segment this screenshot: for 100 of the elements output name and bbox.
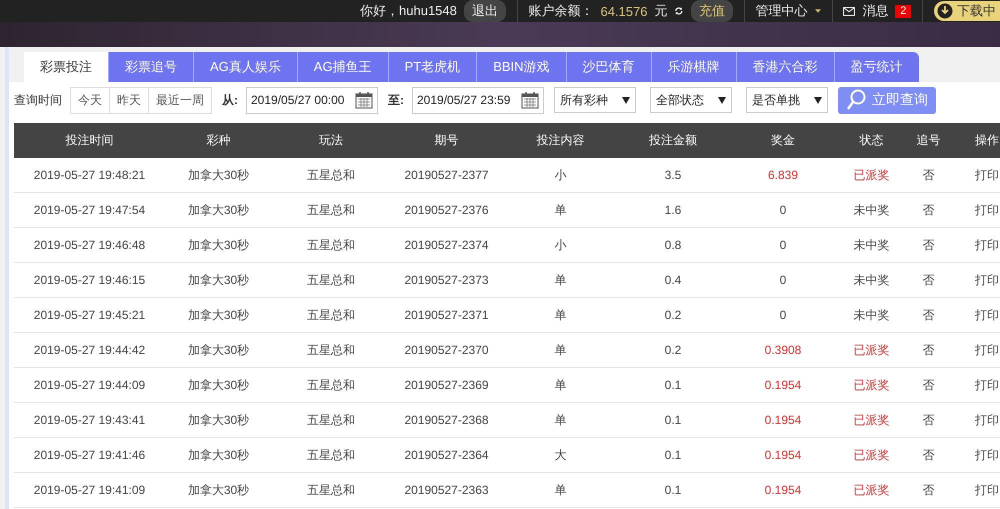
table-cell: 20190527-2363 xyxy=(390,472,503,508)
table-cell: 五星总和 xyxy=(272,402,390,438)
print-link[interactable]: 打印 xyxy=(952,192,1000,228)
table-cell: 已派奖 xyxy=(838,158,905,192)
table-cell: 小 xyxy=(503,228,618,262)
table-cell: 五星总和 xyxy=(272,298,390,332)
table-cell: 2019-05-27 19:41:46 xyxy=(14,438,165,472)
to-date-field[interactable]: 2019/05/27 23:59 xyxy=(412,86,544,114)
column-header: 投注金额 xyxy=(618,123,728,158)
table-cell: 20190527-2373 xyxy=(390,262,503,298)
table-cell: 加拿大30秒 xyxy=(165,298,272,332)
table-cell: 否 xyxy=(905,158,952,192)
table-cell: 已派奖 xyxy=(838,332,905,368)
table-cell: 0 xyxy=(728,192,838,228)
tab[interactable]: 彩票投注 xyxy=(24,52,109,82)
messages-link[interactable]: 消息 xyxy=(862,2,888,20)
table-cell: 0 xyxy=(728,298,838,332)
dropdown[interactable]: 是否单挑 xyxy=(746,87,828,113)
print-link[interactable]: 打印 xyxy=(952,368,1000,402)
table-cell: 0 xyxy=(728,228,838,262)
calendar-icon[interactable] xyxy=(355,91,373,109)
column-header: 奖金 xyxy=(728,123,838,158)
print-link[interactable]: 打印 xyxy=(952,472,1000,508)
tab[interactable]: 乐游棋牌 xyxy=(652,52,737,82)
tab[interactable]: 彩票追号 xyxy=(109,52,194,82)
table-cell: 加拿大30秒 xyxy=(165,472,272,508)
table-cell: 0.2 xyxy=(618,332,728,368)
print-link[interactable]: 打印 xyxy=(952,438,1000,472)
tab[interactable]: BBIN游戏 xyxy=(477,52,567,82)
balance-label: 账户余额： xyxy=(528,2,594,20)
download-button[interactable]: 下载中 xyxy=(934,1,1000,21)
tab[interactable]: 盈亏统计 xyxy=(834,52,919,82)
table-cell: 未中奖 xyxy=(838,228,905,262)
table-cell: 单 xyxy=(503,472,618,508)
table-cell: 0.1954 xyxy=(728,438,838,472)
table-cell: 0.1954 xyxy=(728,368,838,402)
table-cell: 大 xyxy=(503,438,618,472)
table-cell: 0.1 xyxy=(618,472,728,508)
table-cell: 0.1 xyxy=(618,438,728,472)
query-time-label: 查询时间 xyxy=(14,92,62,108)
table-cell: 单 xyxy=(503,298,618,332)
table-cell: 已派奖 xyxy=(838,438,905,472)
table-cell: 否 xyxy=(905,192,952,228)
currency-text: 元 xyxy=(654,2,668,20)
table-cell: 6.839 xyxy=(728,158,838,192)
table-cell: 否 xyxy=(905,262,952,298)
table-cell: 2019-05-27 19:44:42 xyxy=(14,332,165,368)
caret-icon xyxy=(814,96,822,104)
calendar-icon[interactable] xyxy=(521,91,539,109)
logout-button[interactable]: 退出 xyxy=(464,0,506,22)
table-cell: 单 xyxy=(503,192,618,228)
tab[interactable]: AG捕鱼王 xyxy=(298,52,389,82)
table-cell: 五星总和 xyxy=(272,368,390,402)
table-cell: 2019-05-27 19:47:54 xyxy=(14,192,165,228)
tab[interactable]: AG真人娱乐 xyxy=(194,52,298,82)
table-cell: 0.1 xyxy=(618,368,728,402)
tab[interactable]: 香港六合彩 xyxy=(736,52,835,82)
table-cell: 加拿大30秒 xyxy=(165,438,272,472)
table-cell: 五星总和 xyxy=(272,228,390,262)
table-cell: 2019-05-27 19:43:41 xyxy=(14,402,165,438)
table-cell: 2019-05-27 19:45:21 xyxy=(14,298,165,332)
dropdown[interactable]: 所有彩种 xyxy=(554,87,636,113)
column-header: 彩种 xyxy=(165,123,272,158)
print-link[interactable]: 打印 xyxy=(952,298,1000,332)
from-date-field[interactable]: 2019/05/27 00:00 xyxy=(246,86,378,114)
table-cell: 五星总和 xyxy=(272,192,390,228)
print-link[interactable]: 打印 xyxy=(952,332,1000,368)
table-cell: 单 xyxy=(503,368,618,402)
table-cell: 0.1 xyxy=(618,402,728,438)
table-cell: 20190527-2377 xyxy=(390,158,503,192)
table-cell: 否 xyxy=(905,438,952,472)
table-cell: 否 xyxy=(905,368,952,402)
column-header: 操作 xyxy=(952,123,1000,158)
tab[interactable]: PT老虎机 xyxy=(388,52,478,82)
table-cell: 2019-05-27 19:48:21 xyxy=(14,158,165,192)
table-cell: 已派奖 xyxy=(838,368,905,402)
dropdown[interactable]: 全部状态 xyxy=(650,87,732,113)
column-header: 状态 xyxy=(838,123,905,158)
table-cell: 已派奖 xyxy=(838,402,905,438)
to-label: 至: xyxy=(388,92,404,108)
table-cell: 已派奖 xyxy=(838,472,905,508)
print-link[interactable]: 打印 xyxy=(952,402,1000,438)
print-link[interactable]: 打印 xyxy=(952,262,1000,298)
table-cell: 20190527-2369 xyxy=(390,368,503,402)
recharge-button[interactable]: 充值 xyxy=(691,0,734,22)
caret-icon[interactable] xyxy=(814,8,821,14)
column-header: 投注时间 xyxy=(14,123,165,158)
table-cell: 2019-05-27 19:46:15 xyxy=(14,262,165,298)
caret-icon xyxy=(718,96,726,104)
management-menu[interactable]: 管理中心 xyxy=(756,2,808,20)
table-cell: 0.2 xyxy=(618,298,728,332)
table-cell: 0.8 xyxy=(618,228,728,262)
print-link[interactable]: 打印 xyxy=(952,158,1000,192)
table-cell: 五星总和 xyxy=(272,262,390,298)
table-cell: 加拿大30秒 xyxy=(165,192,272,228)
table-cell: 0.1954 xyxy=(728,472,838,508)
tab[interactable]: 沙巴体育 xyxy=(566,52,652,82)
table-cell: 未中奖 xyxy=(838,192,905,228)
print-link[interactable]: 打印 xyxy=(952,228,1000,262)
table-cell: 0 xyxy=(728,262,838,298)
